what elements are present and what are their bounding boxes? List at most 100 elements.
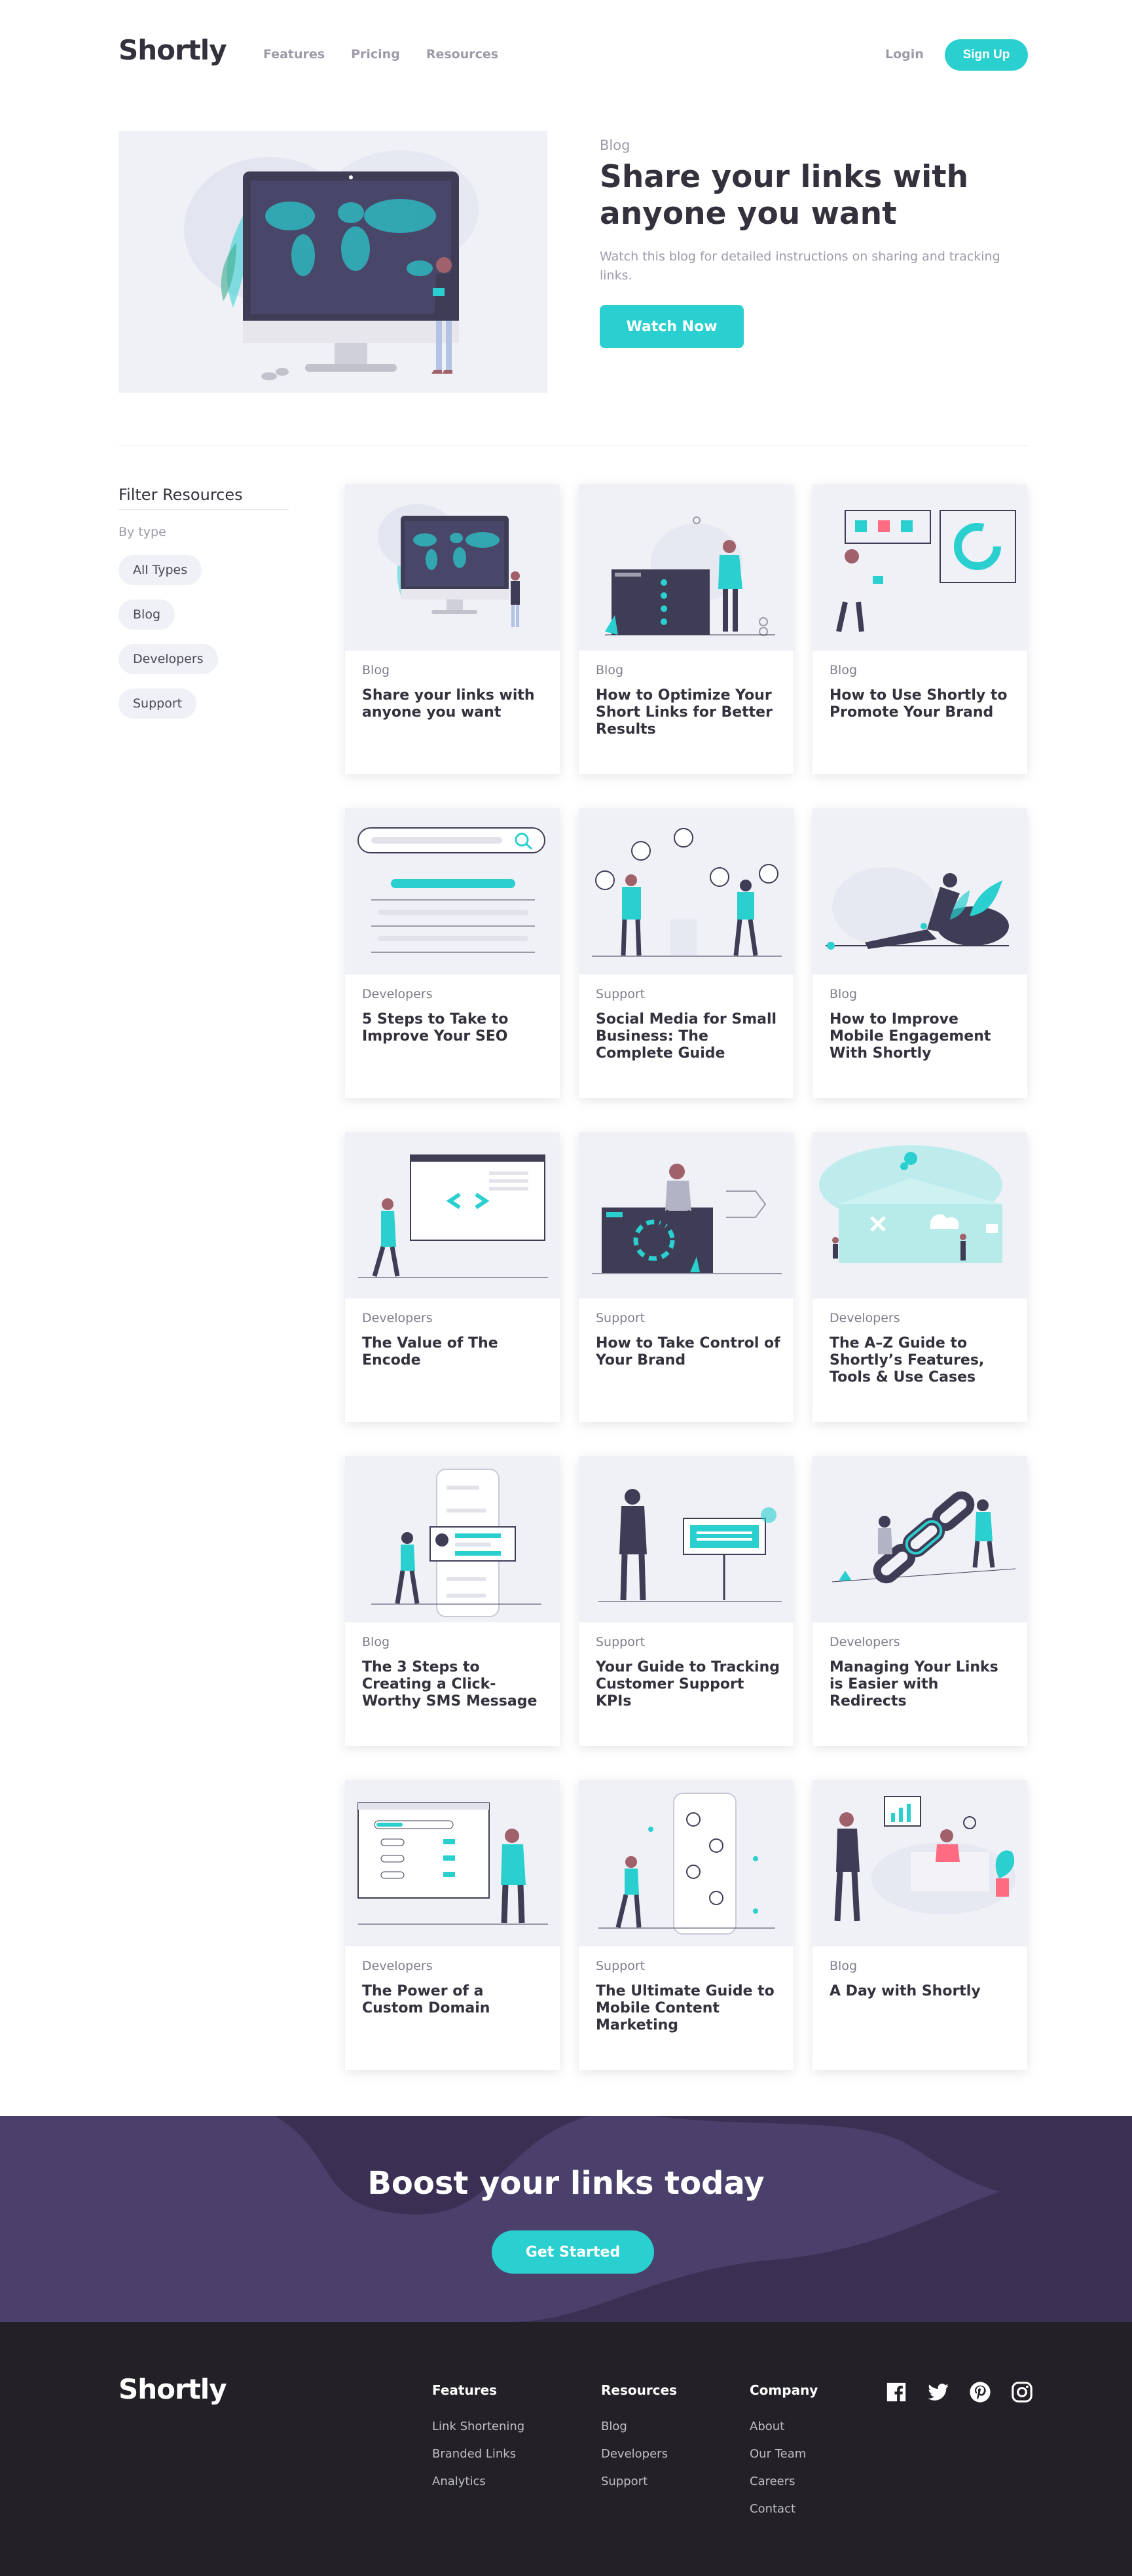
nav-pricing[interactable]: Pricing xyxy=(351,47,400,62)
card-title[interactable]: How to Take Control of Your Brand xyxy=(596,1335,782,1369)
card-category: Developers xyxy=(362,1959,433,1973)
card-category: Support xyxy=(596,1635,646,1649)
logo[interactable]: Shortly xyxy=(119,34,227,66)
footer-col-features: Features Link Shortening Branded Links A… xyxy=(432,2382,524,2503)
boost-background-shapes xyxy=(0,2116,1132,2322)
site-footer: Shortly Features Link Shortening Branded… xyxy=(0,2322,1132,2576)
footer-col-company: Company About Our Team Careers Contact xyxy=(750,2382,818,2530)
chip-support[interactable]: Support xyxy=(119,689,197,719)
twitter-icon[interactable] xyxy=(927,2381,949,2403)
resource-card[interactable]: Support How to Take Control of Your Bran… xyxy=(579,1132,794,1422)
card-thumbnail xyxy=(579,1132,794,1298)
resource-card[interactable]: Developers The Value of The Encode xyxy=(345,1132,560,1422)
resource-card[interactable]: Support The Ultimate Guide to Mobile Con… xyxy=(579,1780,794,2070)
resource-card[interactable]: Developers The Power of a Custom Domain xyxy=(345,1780,560,2070)
card-title[interactable]: How to Improve Mobile Engagement With Sh… xyxy=(830,1011,1016,1062)
chip-developers[interactable]: Developers xyxy=(119,644,218,674)
main-nav: Features Pricing Resources xyxy=(263,47,498,62)
resource-card[interactable]: Developers 5 Steps to Take to Improve Yo… xyxy=(345,808,560,1098)
footer-link[interactable]: Support xyxy=(601,2475,677,2488)
footer-col-resources: Resources Blog Developers Support xyxy=(601,2382,677,2503)
pinterest-icon[interactable] xyxy=(969,2381,991,2403)
section-divider xyxy=(119,445,1028,446)
card-title[interactable]: How to Optimize Your Short Links for Bet… xyxy=(596,687,782,738)
footer-link[interactable]: Developers xyxy=(601,2448,677,2461)
resource-card[interactable]: Blog A Day with Shortly xyxy=(812,1780,1027,2070)
filter-title: Filter Resources xyxy=(119,486,243,504)
card-title[interactable]: The Ultimate Guide to Mobile Content Mar… xyxy=(596,1983,782,2034)
card-title[interactable]: Managing Your Links is Easier with Redir… xyxy=(830,1659,1016,1710)
resource-card[interactable]: Blog The 3 Steps to Creating a Click-Wor… xyxy=(345,1456,560,1746)
card-thumbnail xyxy=(345,808,560,975)
card-category: Blog xyxy=(362,1635,390,1649)
card-title[interactable]: The Power of a Custom Domain xyxy=(362,1983,549,2017)
card-thumbnail xyxy=(812,1132,1027,1298)
hero-subtitle: Watch this blog for detailed instruction… xyxy=(600,249,1000,283)
resource-card[interactable]: Developers The A–Z Guide to Shortly’s Fe… xyxy=(812,1132,1027,1422)
card-thumbnail xyxy=(579,808,794,975)
resource-card[interactable]: Blog Share your links with anyone you wa… xyxy=(345,484,560,774)
card-title[interactable]: A Day with Shortly xyxy=(830,1983,1016,2000)
card-category: Developers xyxy=(362,987,433,1001)
site-header: Shortly Features Pricing Resources Login… xyxy=(0,0,1132,111)
card-category: Blog xyxy=(830,663,857,677)
nav-resources[interactable]: Resources xyxy=(426,47,498,62)
login-link[interactable]: Login xyxy=(885,47,924,62)
footer-link[interactable]: Blog xyxy=(601,2420,677,2433)
card-title[interactable]: Your Guide to Tracking Customer Support … xyxy=(596,1659,782,1710)
chip-all-types[interactable]: All Types xyxy=(119,555,202,585)
social-links xyxy=(885,2381,1033,2403)
card-category: Support xyxy=(596,1311,646,1325)
card-category: Blog xyxy=(830,987,857,1001)
resource-card[interactable]: Blog How to Optimize Your Short Links fo… xyxy=(579,484,794,774)
resource-card[interactable]: Support Your Guide to Tracking Customer … xyxy=(579,1456,794,1746)
card-category: Support xyxy=(596,987,646,1001)
boost-title: Boost your links today xyxy=(367,2165,765,2202)
resource-card[interactable]: Blog How to Improve Mobile Engagement Wi… xyxy=(812,808,1027,1098)
filter-by-type-label: By type xyxy=(119,525,166,539)
card-category: Support xyxy=(596,1959,646,1973)
footer-col-title: Features xyxy=(432,2382,498,2398)
footer-link[interactable]: Branded Links xyxy=(432,2448,524,2461)
card-category: Blog xyxy=(596,663,623,677)
card-thumbnail xyxy=(812,808,1027,975)
card-category: Developers xyxy=(830,1311,900,1325)
boost-section: Boost your links today Get Started xyxy=(0,2116,1132,2322)
get-started-button[interactable]: Get Started xyxy=(492,2230,654,2274)
footer-link[interactable]: Careers xyxy=(750,2475,818,2488)
card-thumbnail xyxy=(579,1456,794,1622)
watch-now-button[interactable]: Watch Now xyxy=(600,305,744,348)
card-thumbnail xyxy=(579,1780,794,1946)
facebook-icon[interactable] xyxy=(885,2381,907,2403)
resource-card[interactable]: Blog How to Use Shortly to Promote Your … xyxy=(812,484,1027,774)
footer-logo[interactable]: Shortly xyxy=(119,2373,227,2405)
signup-button[interactable]: Sign Up xyxy=(945,39,1028,71)
resource-card[interactable]: Developers Managing Your Links is Easier… xyxy=(812,1456,1027,1746)
footer-link[interactable]: Our Team xyxy=(750,2448,818,2461)
card-thumbnail xyxy=(812,484,1027,651)
card-thumbnail xyxy=(345,1780,560,1946)
footer-link[interactable]: Analytics xyxy=(432,2475,524,2488)
filter-divider xyxy=(119,509,289,510)
card-thumbnail xyxy=(579,484,794,651)
card-title[interactable]: 5 Steps to Take to Improve Your SEO xyxy=(362,1011,549,1045)
nav-features[interactable]: Features xyxy=(263,47,325,62)
hero-illustration xyxy=(119,131,547,393)
card-title[interactable]: Social Media for Small Business: The Com… xyxy=(596,1011,782,1062)
hero-title: Share your links with anyone you want xyxy=(600,159,969,232)
card-title[interactable]: Share your links with anyone you want xyxy=(362,687,549,721)
card-thumbnail xyxy=(345,1132,560,1298)
card-title[interactable]: How to Use Shortly to Promote Your Brand xyxy=(830,687,1016,721)
card-thumbnail xyxy=(812,1780,1027,1946)
instagram-icon[interactable] xyxy=(1011,2381,1033,2403)
hero-tag: Blog xyxy=(600,137,630,153)
footer-link[interactable]: About xyxy=(750,2420,818,2433)
card-title[interactable]: The 3 Steps to Creating a Click-Worthy S… xyxy=(362,1659,549,1710)
chip-blog[interactable]: Blog xyxy=(119,599,175,630)
card-title[interactable]: The Value of The Encode xyxy=(362,1335,549,1369)
footer-link[interactable]: Contact xyxy=(750,2503,818,2516)
card-title[interactable]: The A–Z Guide to Shortly’s Features, Too… xyxy=(830,1335,1016,1386)
card-thumbnail xyxy=(812,1456,1027,1622)
resource-card[interactable]: Support Social Media for Small Business:… xyxy=(579,808,794,1098)
footer-link[interactable]: Link Shortening xyxy=(432,2420,524,2433)
